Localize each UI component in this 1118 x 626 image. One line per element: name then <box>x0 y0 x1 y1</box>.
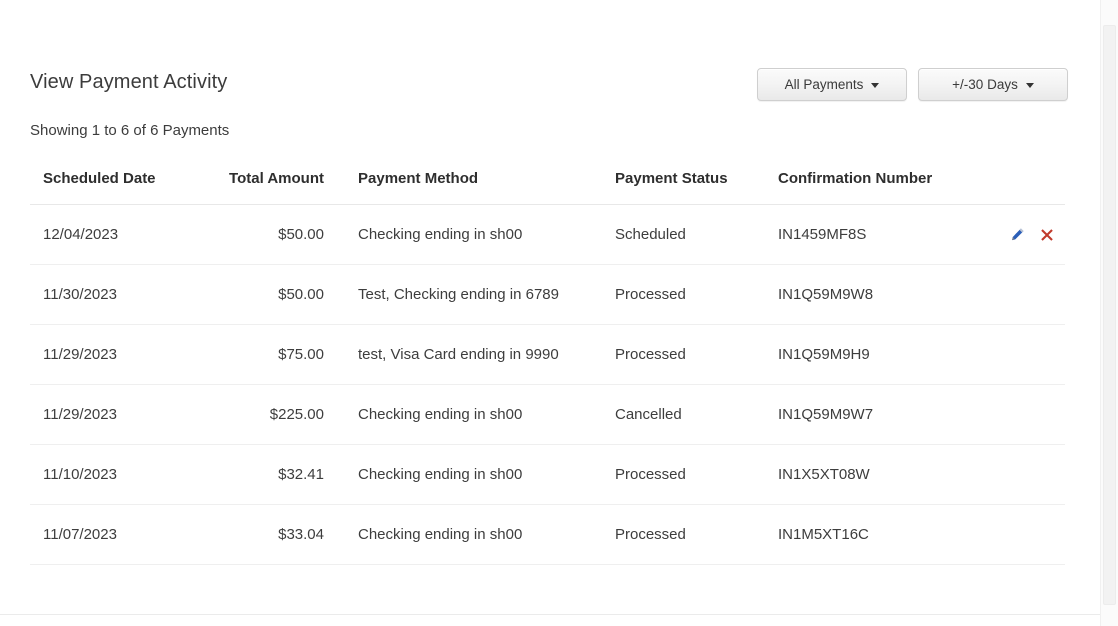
cell-scheduled-date: 11/30/2023 <box>30 264 200 325</box>
cell-payment-status: Processed <box>615 324 778 385</box>
chevron-down-icon <box>1025 83 1034 88</box>
cell-confirmation-number: IN1M5XT16C <box>778 504 993 565</box>
cell-payment-method: Test, Checking ending in 6789 <box>340 264 615 325</box>
date-range-filter-label: +/-30 Days <box>952 77 1018 92</box>
results-summary: Showing 1 to 6 of 6 Payments <box>30 122 230 139</box>
cell-scheduled-date: 11/07/2023 <box>30 504 200 565</box>
cell-scheduled-date: 11/29/2023 <box>30 324 200 385</box>
content-bottom-divider <box>0 614 1100 615</box>
cell-row-actions <box>993 504 1065 565</box>
cell-payment-status: Cancelled <box>615 384 778 445</box>
cell-payment-method: test, Visa Card ending in 9990 <box>340 324 615 385</box>
payments-filter-label: All Payments <box>784 77 864 92</box>
cell-confirmation-number: IN1459MF8S <box>778 204 993 265</box>
cell-row-actions <box>993 264 1065 325</box>
page-title: View Payment Activity <box>30 71 228 93</box>
page-header: View Payment Activity Showing 1 to 6 of … <box>30 60 1068 160</box>
cell-payment-method: Checking ending in sh00 <box>340 204 615 265</box>
column-header-actions <box>993 170 1065 205</box>
cell-payment-method: Checking ending in sh00 <box>340 444 615 505</box>
column-header-total-amount: Total Amount <box>200 170 340 205</box>
table-body: 12/04/2023 $50.00 Checking ending in sh00 S… <box>30 204 1065 565</box>
cell-payment-status: Processed <box>615 264 778 325</box>
cell-payment-status: Processed <box>615 444 778 505</box>
cell-payment-method: Checking ending in sh00 <box>340 504 615 565</box>
pencil-icon[interactable] <box>1009 227 1025 243</box>
column-header-payment-method: Payment Method <box>340 170 615 205</box>
red-x-icon[interactable] <box>1039 227 1055 243</box>
cell-total-amount: $33.04 <box>200 504 340 565</box>
row-action-group <box>993 227 1055 243</box>
table-row: 11/10/2023 $32.41 Checking ending in sh00 P… <box>30 444 1065 505</box>
chevron-down-icon <box>871 83 880 88</box>
column-header-payment-status: Payment Status <box>615 170 778 205</box>
table-header: Scheduled Date Total Amount Payment Meth… <box>30 170 1065 205</box>
screen: View Payment Activity Showing 1 to 6 of … <box>0 0 1118 626</box>
payments-table: Scheduled Date Total Amount Payment Meth… <box>30 170 1065 565</box>
cell-confirmation-number: IN1X5XT08W <box>778 444 993 505</box>
cell-payment-method: Checking ending in sh00 <box>340 384 615 445</box>
cell-confirmation-number: IN1Q59M9W8 <box>778 264 993 325</box>
payments-table-container: Scheduled Date Total Amount Payment Meth… <box>30 170 1065 565</box>
table-row: 12/04/2023 $50.00 Checking ending in sh00 S… <box>30 204 1065 265</box>
cell-scheduled-date: 12/04/2023 <box>30 204 200 265</box>
cell-scheduled-date: 11/10/2023 <box>30 444 200 505</box>
filter-button-group: All Payments +/-30 Days <box>757 68 1068 101</box>
date-range-filter-button[interactable]: +/-30 Days <box>918 68 1068 101</box>
cell-total-amount: $75.00 <box>200 324 340 385</box>
cell-confirmation-number: IN1Q59M9H9 <box>778 324 993 385</box>
cell-total-amount: $225.00 <box>200 384 340 445</box>
cell-row-actions <box>993 384 1065 445</box>
cell-row-actions <box>993 204 1065 265</box>
cell-total-amount: $50.00 <box>200 204 340 265</box>
cell-scheduled-date: 11/29/2023 <box>30 384 200 445</box>
vertical-scrollbar-thumb[interactable] <box>1103 25 1116 605</box>
cell-payment-status: Processed <box>615 504 778 565</box>
cell-total-amount: $50.00 <box>200 264 340 325</box>
payment-activity-page: View Payment Activity Showing 1 to 6 of … <box>0 0 1100 626</box>
table-row: 11/29/2023 $75.00 test, Visa Card ending i… <box>30 324 1065 385</box>
cell-payment-status: Scheduled <box>615 204 778 265</box>
table-header-row: Scheduled Date Total Amount Payment Meth… <box>30 170 1065 205</box>
column-header-confirmation-number: Confirmation Number <box>778 170 993 205</box>
table-row: 11/07/2023 $33.04 Checking ending in sh00 P… <box>30 504 1065 565</box>
cell-total-amount: $32.41 <box>200 444 340 505</box>
table-row: 11/30/2023 $50.00 Test, Checking ending in… <box>30 264 1065 325</box>
vertical-scrollbar[interactable] <box>1100 0 1118 626</box>
payments-filter-button[interactable]: All Payments <box>757 68 907 101</box>
cell-confirmation-number: IN1Q59M9W7 <box>778 384 993 445</box>
cell-row-actions <box>993 324 1065 385</box>
table-row: 11/29/2023 $225.00 Checking ending in sh00… <box>30 384 1065 445</box>
cell-row-actions <box>993 444 1065 505</box>
column-header-scheduled-date: Scheduled Date <box>30 170 200 205</box>
